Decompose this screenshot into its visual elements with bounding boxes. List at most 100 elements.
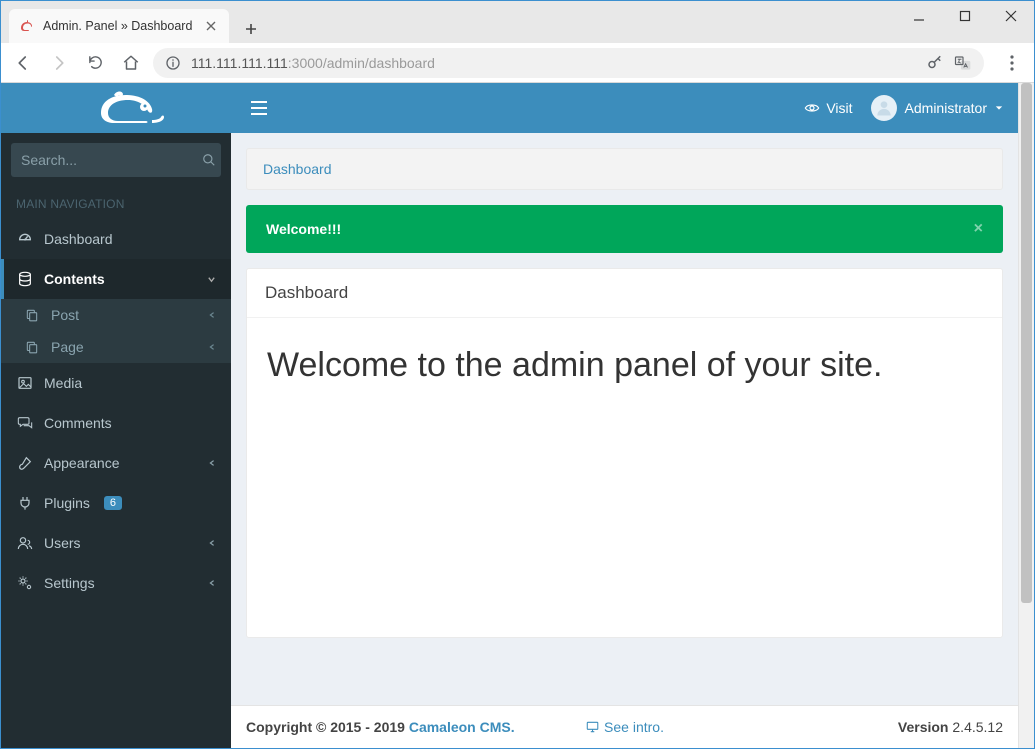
topbar: Visit Administrator	[231, 83, 1018, 133]
app: MAIN NAVIGATION Dashboard Contents	[1, 83, 1018, 748]
panel-body: Welcome to the admin panel of your site.	[247, 318, 1002, 413]
chevron-left-icon	[208, 579, 216, 587]
copy-icon	[23, 340, 41, 354]
footer-version: Version 2.4.5.12	[898, 719, 1003, 735]
reload-button[interactable]	[81, 49, 109, 77]
panel-title: Dashboard	[247, 269, 1002, 318]
user-name: Administrator	[905, 100, 987, 116]
sidebar-label: Plugins	[44, 495, 90, 511]
topbar-right: Visit Administrator	[804, 95, 1003, 121]
copy-icon	[23, 308, 41, 322]
nav-header: MAIN NAVIGATION	[1, 187, 231, 219]
sidebar-subitem-page[interactable]: Page	[1, 331, 231, 363]
content-area: Dashboard Welcome!!! × Dashboard Welcome…	[231, 133, 1018, 705]
footer: Copyright © 2015 - 2019 Camaleon CMS. Se…	[231, 705, 1018, 748]
viewport: MAIN NAVIGATION Dashboard Contents	[1, 83, 1034, 748]
eye-icon	[804, 100, 820, 116]
sidebar-item-comments[interactable]: Comments	[1, 403, 231, 443]
sidebar-label: Appearance	[44, 455, 120, 471]
new-tab-button[interactable]	[237, 15, 265, 43]
avatar	[871, 95, 897, 121]
alert-text: Welcome!!!	[266, 221, 341, 237]
main-column: Visit Administrator	[231, 83, 1018, 748]
image-icon	[16, 375, 34, 391]
sidebar-subitem-post[interactable]: Post	[1, 299, 231, 331]
tab-close-icon[interactable]	[203, 18, 219, 34]
chevron-left-icon	[208, 539, 216, 547]
paintbrush-icon	[16, 455, 34, 471]
copyright-text: Copyright © 2015 - 2019	[246, 719, 409, 735]
browser-tab[interactable]: Admin. Panel » Dashboard	[9, 9, 229, 43]
browser-menu-button[interactable]	[998, 49, 1026, 77]
visit-label: Visit	[826, 100, 852, 116]
user-menu[interactable]: Administrator	[871, 95, 1003, 121]
sidebar-label: Settings	[44, 575, 95, 591]
window-close-button[interactable]	[988, 1, 1034, 31]
sidebar: MAIN NAVIGATION Dashboard Contents	[1, 83, 231, 748]
sidebar-label: Dashboard	[44, 231, 113, 247]
scrollbar[interactable]	[1018, 83, 1034, 748]
breadcrumb-dashboard[interactable]: Dashboard	[263, 161, 332, 177]
tab-strip: Admin. Panel » Dashboard	[1, 1, 265, 43]
address-bar: 111.111.111.111:3000/admin/dashboard	[1, 43, 1034, 83]
search-box	[11, 143, 221, 177]
forward-button[interactable]	[45, 49, 73, 77]
monitor-icon	[585, 720, 599, 734]
version-label: Version	[898, 719, 949, 735]
sidebar-item-dashboard[interactable]: Dashboard	[1, 219, 231, 259]
sidebar-item-appearance[interactable]: Appearance	[1, 443, 231, 483]
chevron-down-icon	[207, 275, 216, 284]
see-intro-link[interactable]: See intro.	[604, 719, 664, 735]
browser-window: Admin. Panel » Dashboard 111.111.111.111…	[0, 0, 1035, 749]
app-body: MAIN NAVIGATION Dashboard Contents	[1, 83, 1018, 748]
version-value: 2.4.5.12	[949, 719, 1004, 735]
back-button[interactable]	[9, 49, 37, 77]
sidebar-item-media[interactable]: Media	[1, 363, 231, 403]
sidebar-label: Media	[44, 375, 82, 391]
home-button[interactable]	[117, 49, 145, 77]
url-text: 111.111.111.111:3000/admin/dashboard	[191, 55, 435, 71]
url-field[interactable]: 111.111.111.111:3000/admin/dashboard	[153, 48, 984, 78]
footer-center: See intro.	[585, 719, 664, 735]
chevron-left-icon	[208, 459, 216, 467]
url-path: :3000/admin/dashboard	[288, 55, 435, 71]
sidebar-label: Contents	[44, 271, 105, 287]
sidebar-toggle-button[interactable]	[246, 96, 272, 120]
sidebar-item-contents[interactable]: Contents	[1, 259, 231, 299]
sidebar-label: Comments	[44, 415, 112, 431]
plugins-badge: 6	[104, 496, 122, 510]
search-icon[interactable]	[202, 153, 216, 167]
sidebar-label: Users	[44, 535, 81, 551]
window-maximize-button[interactable]	[942, 1, 988, 31]
welcome-heading: Welcome to the admin panel of your site.	[267, 346, 982, 385]
chevron-left-icon	[208, 311, 216, 319]
window-minimize-button[interactable]	[896, 1, 942, 31]
breadcrumb: Dashboard	[246, 148, 1003, 190]
dashboard-panel: Dashboard Welcome to the admin panel of …	[246, 268, 1003, 638]
database-icon	[16, 271, 34, 287]
key-icon[interactable]	[926, 54, 944, 72]
visit-link[interactable]: Visit	[804, 100, 852, 116]
sidebar-item-plugins[interactable]: Plugins 6	[1, 483, 231, 523]
cogs-icon	[16, 575, 34, 591]
alert-close-icon[interactable]: ×	[974, 220, 983, 238]
sidebar-label: Page	[51, 339, 84, 355]
window-controls	[896, 1, 1034, 31]
site-info-icon[interactable]	[165, 55, 181, 71]
brand-link[interactable]: Camaleon CMS.	[409, 719, 515, 735]
caret-down-icon	[995, 104, 1003, 112]
footer-copyright: Copyright © 2015 - 2019 Camaleon CMS.	[246, 719, 515, 735]
users-icon	[16, 535, 34, 551]
logo[interactable]	[1, 83, 231, 133]
sidebar-label: Post	[51, 307, 79, 323]
favicon-chameleon-icon	[19, 18, 35, 34]
sidebar-item-settings[interactable]: Settings	[1, 563, 231, 603]
scrollbar-thumb[interactable]	[1021, 83, 1032, 603]
search-input[interactable]	[21, 152, 202, 168]
translate-icon[interactable]	[954, 54, 972, 72]
dashboard-icon	[16, 231, 34, 247]
url-host: 111.111.111.111	[191, 55, 288, 71]
sidebar-item-users[interactable]: Users	[1, 523, 231, 563]
search-wrap	[1, 133, 231, 187]
comments-icon	[16, 415, 34, 431]
